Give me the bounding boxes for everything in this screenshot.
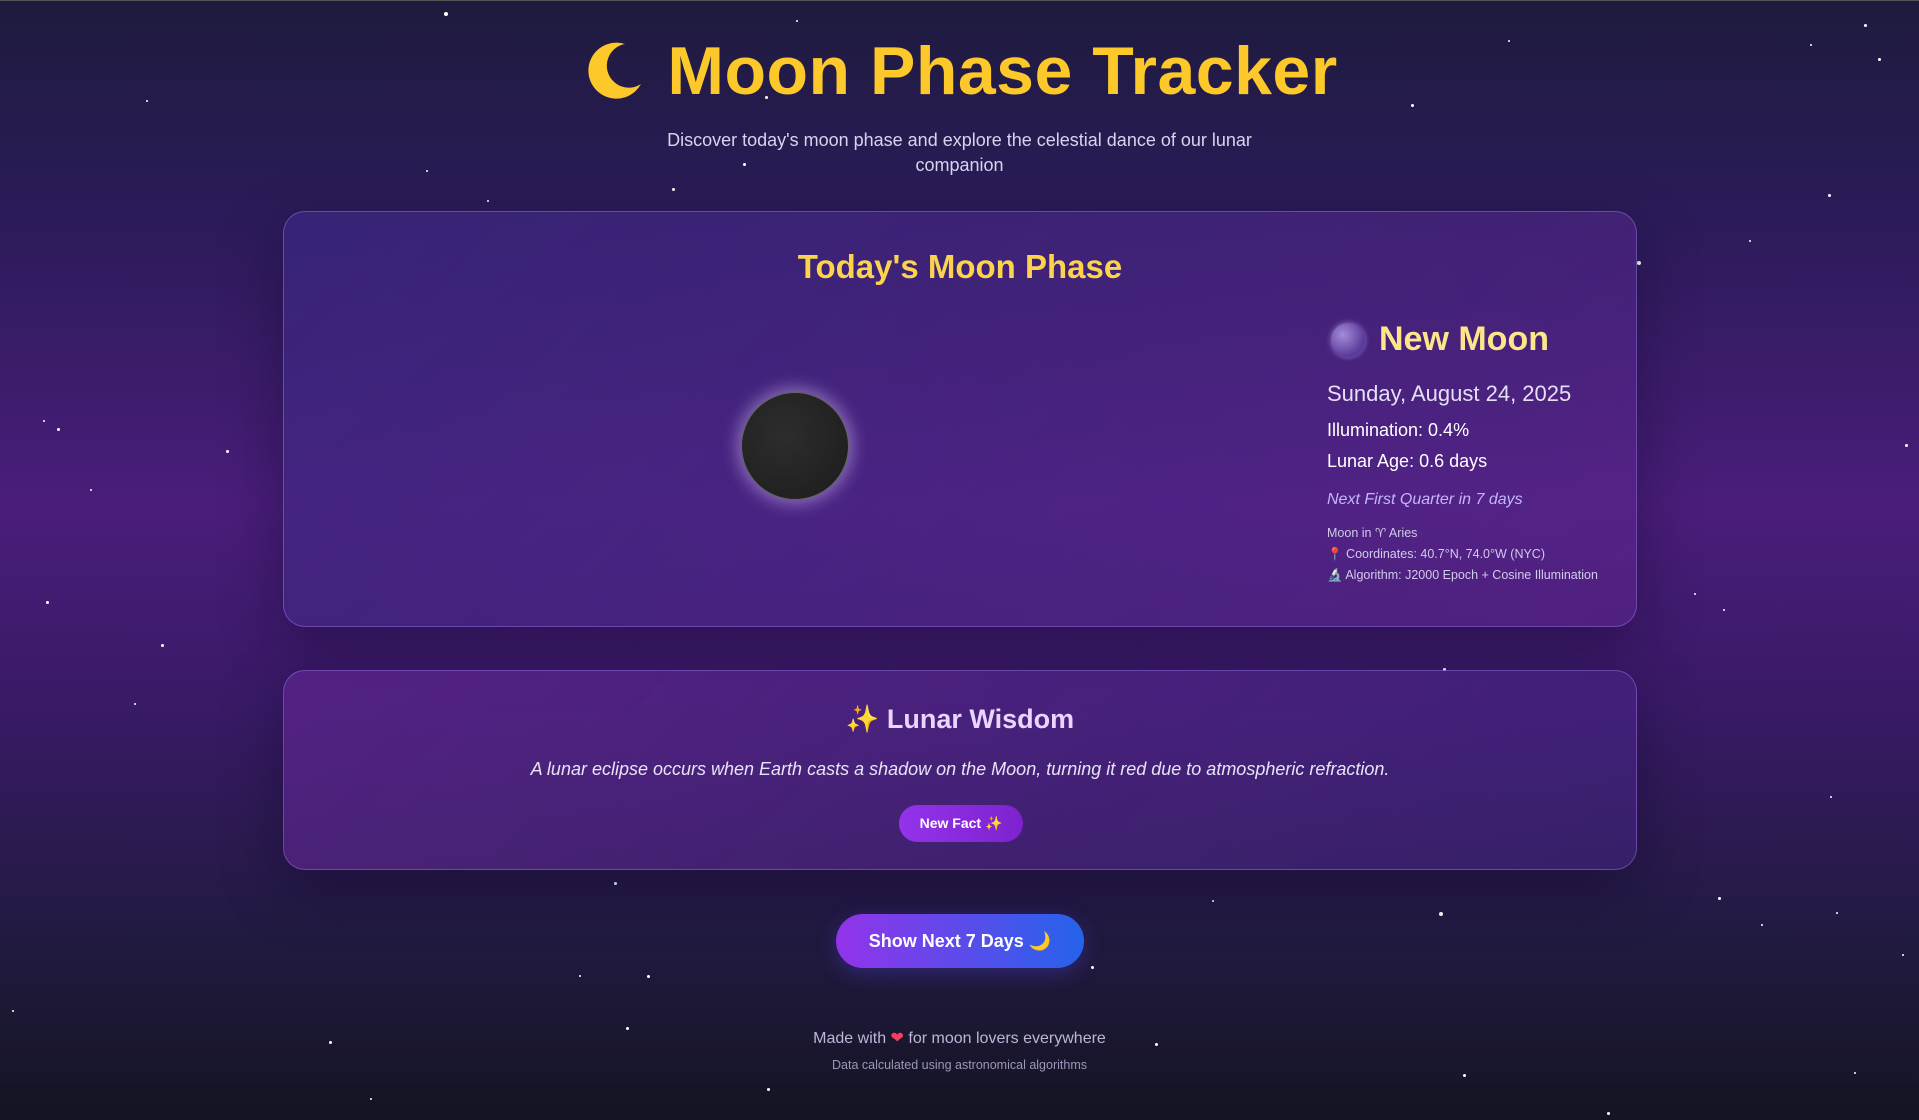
footer-suffix: for moon lovers everywhere — [908, 1030, 1106, 1047]
lunar-wisdom-card: ✨ Lunar Wisdom A lunar eclipse occurs wh… — [283, 670, 1637, 870]
new-fact-button[interactable]: New Fact ✨ — [899, 805, 1023, 842]
phase-name: New Moon — [1331, 320, 1627, 359]
window-top-border — [0, 0, 1919, 1]
lunar-age-value: Lunar Age: 0.6 days — [1327, 451, 1488, 471]
show-next-7-days-button[interactable]: Show Next 7 Days 🌙 — [836, 914, 1084, 968]
heart-icon: ❤ — [890, 1030, 904, 1047]
next-phase-text: Next First Quarter in 7 days — [1327, 491, 1523, 508]
lunar-fact: A lunar eclipse occurs when Earth casts … — [530, 759, 1390, 779]
current-date: Sunday, August 24, 2025 — [1327, 381, 1572, 406]
algorithm-info: 🔬 Algorithm: J2000 Epoch + Cosine Illumi… — [1327, 568, 1598, 582]
zodiac-sign: Moon in ♈ Aries — [1327, 526, 1418, 540]
illumination-value: Illumination: 0.4% — [1327, 420, 1470, 440]
moon-metadata: Moon in ♈ Aries 📍 Coordinates: 40.7°N, 7… — [1327, 523, 1627, 586]
moon-phase-heading: Today's Moon Phase — [797, 248, 1123, 285]
crescent-moon-icon — [581, 38, 647, 104]
page-title-text: Moon Phase Tracker — [667, 33, 1338, 109]
page-header: Moon Phase Tracker Discover today's moon… — [0, 32, 1919, 178]
phase-name-text: New Moon — [1379, 320, 1549, 358]
coordinates: 📍 Coordinates: 40.7°N, 74.0°W (NYC) — [1327, 547, 1545, 561]
footer-tagline: Made with ❤ for moon lovers everywhere — [0, 1028, 1919, 1048]
moon-phase-icon — [1331, 322, 1365, 357]
moon-visual — [741, 392, 849, 500]
footer-prefix: Made with — [813, 1030, 887, 1047]
page-subtitle: Discover today's moon phase and explore … — [667, 130, 1252, 175]
footer-note: Data calculated using astronomical algor… — [832, 1058, 1087, 1072]
moon-info-panel: New Moon Sunday, August 24, 2025 Illumin… — [1327, 320, 1627, 586]
moon-phase-card: Today's Moon Phase New Moon Sunday, Augu… — [283, 211, 1637, 627]
page-title: Moon Phase Tracker — [581, 32, 1337, 110]
page-footer: Made with ❤ for moon lovers everywhere D… — [0, 1028, 1919, 1072]
lunar-wisdom-heading: ✨ Lunar Wisdom — [845, 704, 1075, 734]
